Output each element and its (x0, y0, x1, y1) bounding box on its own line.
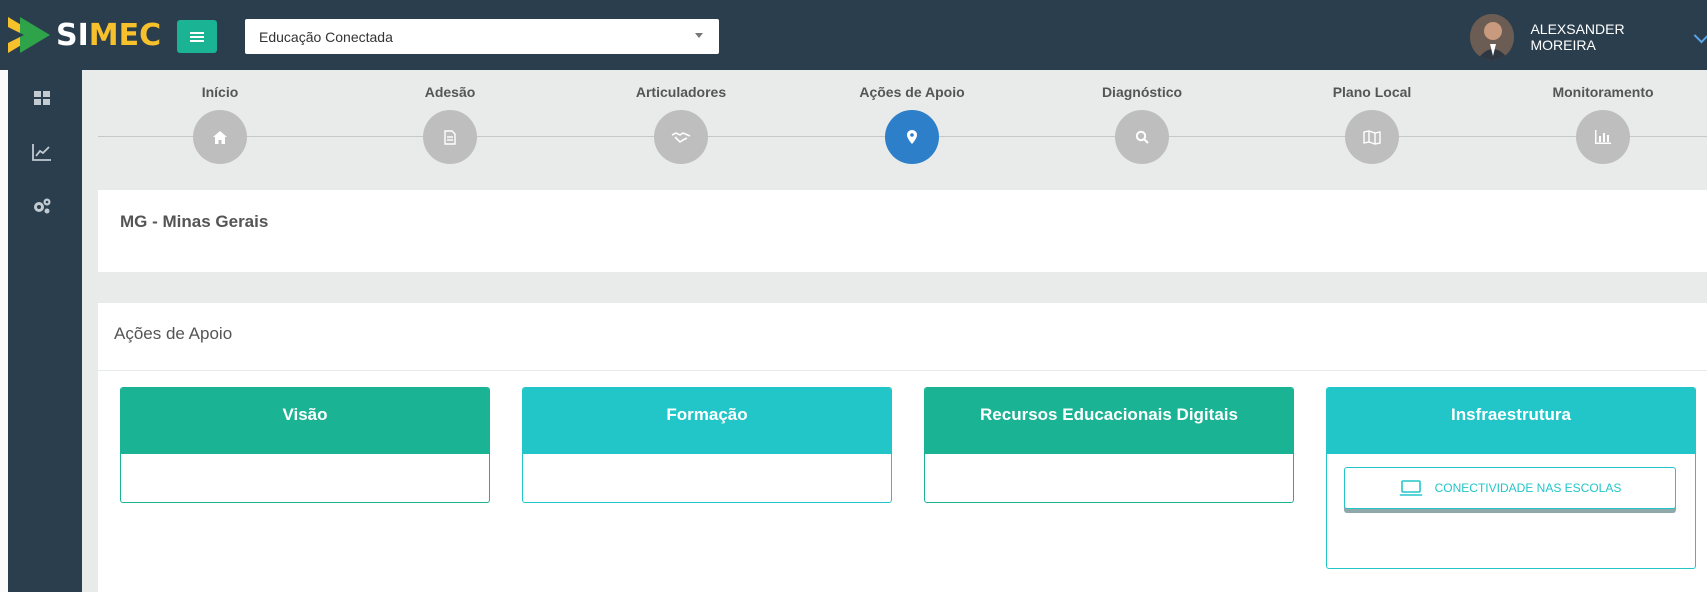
conectividade-label: CONECTIVIDADE NAS ESCOLAS (1434, 481, 1622, 495)
step-label: Articuladores (635, 84, 727, 100)
map-icon (1345, 110, 1399, 164)
step-articuladores[interactable]: Articuladores (581, 70, 781, 164)
avatar (1470, 14, 1515, 60)
logo-text: SIMEC (56, 18, 161, 53)
line-chart-icon[interactable] (32, 142, 52, 162)
program-select-value: Educação Conectada (259, 29, 393, 45)
panel-divider (98, 370, 1707, 371)
window-left-edge (0, 70, 8, 592)
step-label: Adesão (424, 84, 476, 100)
search-icon (1115, 110, 1169, 164)
card-title: Insfraestrutura (1327, 388, 1695, 454)
gears-icon[interactable] (32, 196, 52, 216)
wizard-steps: Início Adesão Articuladores Ações de Apo… (82, 70, 1707, 174)
menu-toggle-button[interactable] (177, 20, 217, 53)
card-formacao[interactable]: Formação (522, 387, 892, 503)
simec-logo[interactable]: SIMEC (8, 14, 161, 56)
step-label: Monitoramento (1552, 84, 1654, 100)
top-navbar: SIMEC Educação Conectada ALEXSANDER MORE… (0, 0, 1707, 70)
bar-chart-icon (1576, 110, 1630, 164)
user-menu[interactable]: ALEXSANDER MOREIRA (1470, 14, 1707, 60)
card-body: CONECTIVIDADE NAS ESCOLAS (1327, 454, 1695, 568)
card-infraestrutura: Insfraestrutura CONECTIVIDADE NAS ESCOLA… (1326, 387, 1696, 569)
card-visao[interactable]: Visão (120, 387, 490, 503)
laptop-icon (1399, 479, 1422, 496)
step-diagnostico[interactable]: Diagnóstico (1042, 70, 1242, 164)
card-body (523, 454, 891, 502)
card-body (925, 454, 1293, 502)
card-recursos-educacionais-digitais[interactable]: Recursos Educacionais Digitais (924, 387, 1294, 503)
document-icon (423, 110, 477, 164)
conectividade-nas-escolas-button[interactable]: CONECTIVIDADE NAS ESCOLAS (1344, 467, 1676, 509)
card-title: Recursos Educacionais Digitais (925, 388, 1293, 454)
sidebar (0, 70, 82, 592)
card-title: Visão (121, 388, 489, 454)
step-inicio[interactable]: Início (120, 70, 320, 164)
step-label: Início (201, 84, 239, 100)
user-name: ALEXSANDER MOREIRA (1530, 21, 1625, 53)
step-adesao[interactable]: Adesão (350, 70, 550, 164)
step-label: Plano Local (1332, 84, 1412, 100)
step-monitoramento[interactable]: Monitoramento (1503, 70, 1703, 164)
state-name: MG - Minas Gerais (120, 212, 269, 231)
acoes-panel-title: Ações de Apoio (114, 324, 233, 343)
map-marker-icon (885, 110, 939, 164)
caret-down-icon (695, 33, 703, 38)
logo-si: SI (56, 17, 89, 53)
handshake-icon (654, 110, 708, 164)
logo-mec: MEC (88, 17, 162, 53)
program-select[interactable]: Educação Conectada (245, 19, 719, 54)
simec-logo-icon (8, 17, 50, 53)
card-body (121, 454, 489, 502)
dashboard-grid-icon[interactable] (32, 88, 52, 108)
chevron-down-icon (1693, 27, 1707, 43)
step-plano-local[interactable]: Plano Local (1272, 70, 1472, 164)
hamburger-icon (190, 31, 204, 42)
state-panel (98, 190, 1707, 272)
home-icon (193, 110, 247, 164)
step-acoes-de-apoio[interactable]: Ações de Apoio (812, 70, 1012, 164)
card-title: Formação (523, 388, 891, 454)
step-label: Ações de Apoio (859, 84, 965, 100)
step-label: Diagnóstico (1101, 84, 1183, 100)
